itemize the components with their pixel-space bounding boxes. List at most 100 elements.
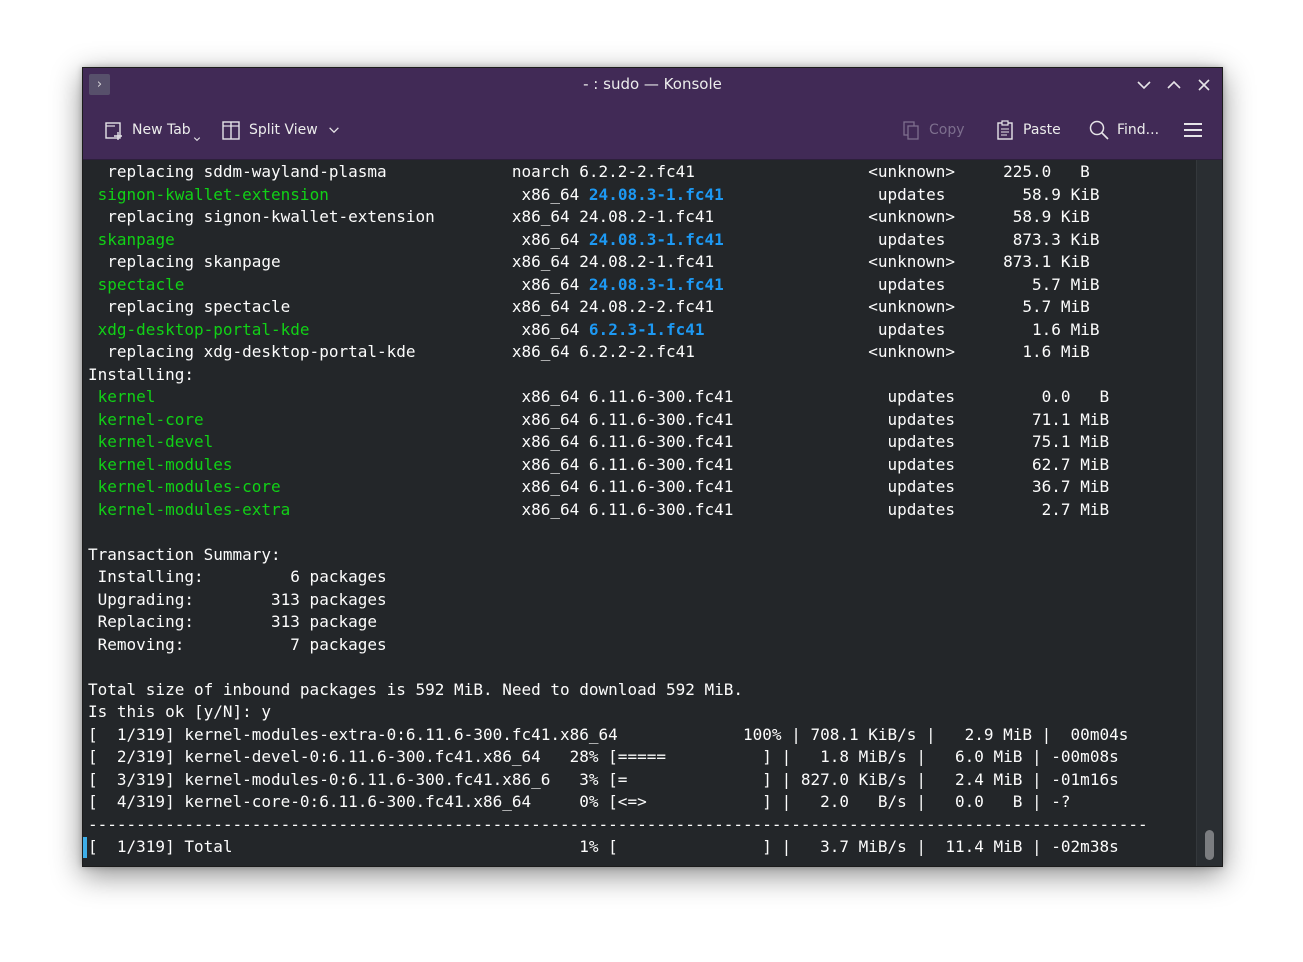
terminal-text: x86_64 <box>174 229 589 249</box>
terminal-line: Removing: 7 packages <box>88 634 387 657</box>
terminal-text: Is this ok [y/N]: y <box>88 702 272 721</box>
terminal-line: skanpage x86_64 24.08.3-1.fc41 updates 8… <box>88 229 1100 252</box>
terminal-text: replacing sddm-wayland-plasma noarch 6.2… <box>88 162 1090 181</box>
terminal-text: x86_64 6.11.6-300.fc41 updates 0.0 B <box>155 387 1110 406</box>
terminal-text: x86_64 6.11.6-300.fc41 updates 2.7 MiB <box>290 499 1110 519</box>
terminal-text: replacing signon-kwallet-extension x86_6… <box>88 207 1090 226</box>
split-view-button[interactable]: Split View <box>220 101 342 159</box>
terminal-line: [ 2/319] kernel-devel-0:6.11.6-300.fc41.… <box>88 746 1119 769</box>
terminal-line: replacing spectacle x86_64 24.08.2-2.fc4… <box>88 296 1090 319</box>
package-name: signon-kwallet-extension <box>97 184 329 204</box>
search-icon <box>1089 120 1109 140</box>
terminal-text: [ 2/319] kernel-devel-0:6.11.6-300.fc41.… <box>88 747 1119 766</box>
terminal-line: [ 1/319] kernel-modules-extra-0:6.11.6-3… <box>88 724 1128 747</box>
konsole-window: › - : sudo — Konsole New Tab Split View … <box>82 67 1223 867</box>
terminal-line: Total size of inbound packages is 592 Mi… <box>88 679 743 702</box>
split-view-icon <box>222 121 240 140</box>
terminal-text: replacing spectacle x86_64 24.08.2-2.fc4… <box>88 297 1090 316</box>
terminal-text: Removing: 7 packages <box>88 634 387 654</box>
terminal-text: x86_64 <box>328 184 589 204</box>
package-name: xdg-desktop-portal-kde <box>97 319 310 339</box>
terminal-text: Installing: 6 packages <box>88 567 387 586</box>
terminal-scrollbar[interactable] <box>1196 160 1222 866</box>
maximize-icon <box>1167 80 1181 89</box>
terminal-line: replacing signon-kwallet-extension x86_6… <box>88 206 1090 229</box>
minimize-icon <box>1137 81 1151 90</box>
hamburger-menu-button[interactable] <box>1182 101 1211 159</box>
terminal-text: [ 1/319] Total 1% [ ] | 3.7 MiB/s | 11.4… <box>88 837 1119 856</box>
package-name: skanpage <box>97 229 175 249</box>
terminal-line: [ 3/319] kernel-modules-0:6.11.6-300.fc4… <box>88 769 1119 792</box>
maximize-button[interactable] <box>1163 74 1185 96</box>
terminal-line: kernel-modules-extra x86_64 6.11.6-300.f… <box>88 499 1109 522</box>
terminal-text: Installing: <box>88 364 194 384</box>
package-version: 24.08.3-1.fc41 <box>588 229 724 249</box>
minimize-button[interactable] <box>1133 74 1155 96</box>
terminal-text: replacing skanpage x86_64 24.08.2-1.fc41… <box>88 252 1090 271</box>
terminal-line: spectacle x86_64 24.08.3-1.fc41 updates … <box>88 274 1100 297</box>
copy-button[interactable]: Copy <box>900 101 965 159</box>
hamburger-menu-icon <box>1184 123 1202 137</box>
terminal-text: x86_64 6.11.6-300.fc41 updates 36.7 MiB <box>280 477 1110 496</box>
close-button[interactable] <box>1193 74 1215 96</box>
terminal-text: replacing xdg-desktop-portal-kde x86_64 … <box>88 342 1090 361</box>
package-name: spectacle <box>97 274 185 294</box>
new-tab-button[interactable]: New Tab <box>103 101 202 159</box>
terminal-text: updates 1.6 MiB <box>704 319 1100 339</box>
terminal-text: [ 1/319] kernel-modules-extra-0:6.11.6-3… <box>88 724 1129 744</box>
terminal-text: ----------------------------------------… <box>88 814 1148 834</box>
terminal-line: replacing skanpage x86_64 24.08.2-1.fc41… <box>88 251 1090 274</box>
terminal-line: kernel-modules x86_64 6.11.6-300.fc41 up… <box>88 454 1109 477</box>
package-name: kernel-core <box>97 409 204 429</box>
terminal-line: Installing: <box>88 364 194 387</box>
terminal-text: Upgrading: 313 packages <box>88 589 387 609</box>
terminal-text: x86_64 6.11.6-300.fc41 updates 71.1 MiB <box>203 409 1110 429</box>
terminal-line: kernel x86_64 6.11.6-300.fc41 updates 0.… <box>88 386 1109 409</box>
terminal-text: updates 5.7 MiB <box>723 274 1100 294</box>
new-tab-icon <box>105 122 122 140</box>
terminal-line: signon-kwallet-extension x86_64 24.08.3-… <box>88 184 1100 207</box>
terminal-line: Transaction Summary: <box>88 544 281 567</box>
package-version: 6.2.3-1.fc41 <box>588 319 705 339</box>
window-title: - : sudo — Konsole <box>583 75 722 93</box>
terminal-line: xdg-desktop-portal-kde x86_64 6.2.3-1.fc… <box>88 319 1100 342</box>
package-name: kernel-modules-extra <box>97 499 291 519</box>
main-toolbar: New Tab Split View Copy Paste Find... <box>83 101 1222 160</box>
terminal-output[interactable]: replacing sddm-wayland-plasma noarch 6.2… <box>83 160 1196 866</box>
package-name: kernel-modules <box>97 454 233 474</box>
scrollbar-thumb[interactable] <box>1205 830 1214 860</box>
copy-label: Copy <box>929 122 965 138</box>
find-label: Find... <box>1117 122 1160 138</box>
terminal-line: Upgrading: 313 packages <box>88 589 387 612</box>
new-tab-dropdown-icon <box>193 137 200 142</box>
paste-button[interactable]: Paste <box>994 101 1061 159</box>
find-button[interactable]: Find... <box>1088 101 1159 159</box>
paste-label: Paste <box>1023 122 1061 138</box>
package-name: kernel-devel <box>97 432 214 451</box>
terminal-text: Replacing: 313 package <box>88 612 377 631</box>
terminal-text: x86_64 <box>184 274 589 294</box>
terminal-text: Total size of inbound packages is 592 Mi… <box>88 679 744 699</box>
terminal-text: x86_64 6.11.6-300.fc41 updates 75.1 MiB <box>213 432 1110 451</box>
terminal-line: Replacing: 313 package <box>88 611 377 634</box>
terminal-text: updates 58.9 KiB <box>723 184 1100 204</box>
package-name: kernel-modules-core <box>97 477 281 496</box>
terminal-line: replacing sddm-wayland-plasma noarch 6.2… <box>88 161 1090 184</box>
package-name: kernel <box>97 387 156 406</box>
terminal-line: Is this ok [y/N]: y <box>88 701 271 724</box>
terminal-line: kernel-core x86_64 6.11.6-300.fc41 updat… <box>88 409 1109 432</box>
terminal-text: updates 873.3 KiB <box>723 229 1100 249</box>
terminal-text: [ 3/319] kernel-modules-0:6.11.6-300.fc4… <box>88 769 1119 789</box>
title-bar: › - : sudo — Konsole <box>83 68 1222 101</box>
terminal-line: [ 4/319] kernel-core-0:6.11.6-300.fc41.x… <box>88 791 1071 814</box>
terminal-text: x86_64 6.11.6-300.fc41 updates 62.7 MiB <box>232 454 1110 474</box>
split-view-dropdown-icon <box>328 127 339 134</box>
package-version: 24.08.3-1.fc41 <box>588 274 724 294</box>
